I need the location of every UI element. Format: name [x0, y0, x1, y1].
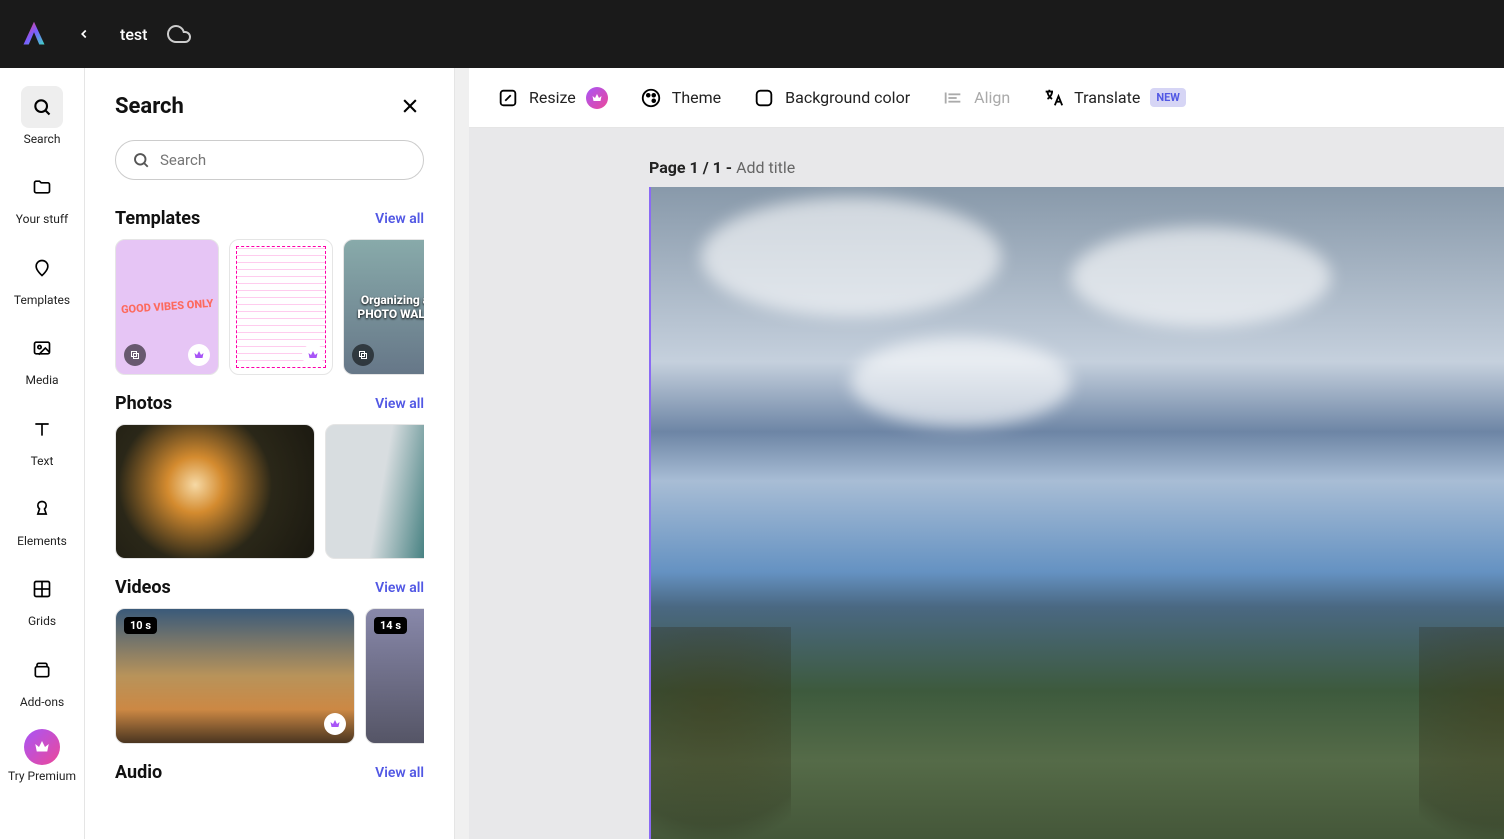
resize-button[interactable]: Resize [497, 87, 608, 109]
section-title: Videos [115, 577, 171, 598]
new-badge: NEW [1150, 88, 1186, 107]
rail-elements[interactable]: Elements [7, 480, 77, 556]
section-templates: Templates View all GOOD VIBES ONLY Organ… [85, 198, 454, 383]
canvas-wrap: Resize Theme Background color Align Tran… [469, 68, 1504, 839]
photo-thumb[interactable] [325, 424, 424, 559]
templates-icon [32, 258, 52, 278]
search-icon [132, 151, 150, 169]
rail-label: Media [25, 373, 58, 387]
tool-label: Background color [785, 88, 910, 107]
align-button[interactable]: Align [942, 87, 1010, 109]
cloud-sync-icon[interactable] [167, 22, 191, 46]
tool-label: Theme [672, 88, 721, 107]
template-text: PHOTO WALK [357, 307, 424, 321]
video-thumb[interactable]: 14 s [365, 608, 424, 744]
premium-badge [324, 713, 346, 735]
section-audio: Audio View all [85, 752, 454, 801]
rail-label: Your stuff [16, 212, 68, 226]
left-rail: Search Your stuff Templates Media Text E… [0, 68, 85, 839]
media-icon [32, 338, 52, 358]
video-thumb[interactable]: 10 s [115, 608, 355, 744]
tool-label: Translate [1074, 88, 1140, 107]
crown-icon [586, 87, 608, 109]
search-box[interactable] [115, 140, 424, 180]
grids-icon [32, 579, 52, 599]
view-all-photos[interactable]: View all [375, 396, 424, 412]
align-icon [942, 87, 964, 109]
photo-thumb[interactable] [115, 424, 315, 559]
rail-grids[interactable]: Grids [7, 560, 77, 636]
close-icon [400, 96, 420, 116]
section-title: Audio [115, 762, 162, 783]
rail-label: Elements [17, 534, 67, 548]
section-photos: Photos View all [85, 383, 454, 567]
document-title[interactable]: test [120, 25, 147, 44]
rail-label: Grids [28, 614, 56, 628]
rail-label: Templates [14, 293, 70, 307]
folder-icon [32, 177, 52, 197]
rail-media[interactable]: Media [7, 319, 77, 395]
section-videos: Videos View all 10 s 14 s [85, 567, 454, 752]
rail-text[interactable]: Text [7, 400, 77, 476]
duration-badge: 10 s [124, 617, 157, 634]
duration-badge: 14 s [374, 617, 407, 634]
panel-title: Search [115, 94, 184, 119]
canvas-page[interactable] [649, 187, 1504, 839]
rail-label: Add-ons [20, 695, 64, 709]
back-button[interactable] [68, 18, 100, 50]
template-thumb[interactable] [229, 239, 333, 375]
app-logo[interactable] [20, 20, 48, 48]
tool-label: Align [974, 88, 1010, 107]
translate-button[interactable]: Translate NEW [1042, 87, 1186, 109]
translate-icon [1042, 87, 1064, 109]
rail-try-premium[interactable]: Try Premium [7, 721, 77, 791]
premium-badge [188, 344, 210, 366]
rail-label: Try Premium [8, 769, 76, 783]
rail-addons[interactable]: Add-ons [7, 641, 77, 717]
bgcolor-button[interactable]: Background color [753, 87, 910, 109]
view-all-templates[interactable]: View all [375, 211, 424, 227]
rail-label: Search [24, 132, 61, 146]
template-text: GOOD VIBES ONLY [120, 298, 213, 317]
search-icon [32, 97, 52, 117]
section-title: Photos [115, 393, 172, 414]
layers-icon [352, 344, 374, 366]
layers-icon [124, 344, 146, 366]
text-icon [32, 419, 52, 439]
top-bar: test [0, 0, 1504, 68]
rail-search[interactable]: Search [7, 78, 77, 154]
page-label[interactable]: Page 1 / 1 - Add title [649, 158, 1504, 177]
page-number: Page 1 / 1 - [649, 158, 736, 177]
view-all-audio[interactable]: View all [375, 765, 424, 781]
canvas-toolbar: Resize Theme Background color Align Tran… [469, 68, 1504, 128]
search-input[interactable] [160, 151, 407, 169]
template-text: Organizing a [361, 293, 424, 307]
resize-icon [497, 87, 519, 109]
template-thumb[interactable]: Organizing aPHOTO WALK [343, 239, 424, 375]
theme-button[interactable]: Theme [640, 87, 721, 109]
tool-label: Resize [529, 88, 576, 107]
canvas-area: Page 1 / 1 - Add title [469, 128, 1504, 839]
bgcolor-icon [753, 87, 775, 109]
theme-icon [640, 87, 662, 109]
search-panel: Search Templates View all GOOD VIBES ONL… [85, 68, 455, 839]
rail-templates[interactable]: Templates [7, 239, 77, 315]
section-title: Templates [115, 208, 200, 229]
rail-label: Text [31, 454, 54, 468]
addons-icon [32, 660, 52, 680]
panel-scrollbar[interactable] [455, 68, 469, 839]
rail-your-stuff[interactable]: Your stuff [7, 158, 77, 234]
close-panel-button[interactable] [396, 92, 424, 120]
main-area: Search Your stuff Templates Media Text E… [0, 68, 1504, 839]
crown-icon [24, 729, 60, 765]
add-title-placeholder[interactable]: Add title [736, 158, 795, 177]
elements-icon [32, 499, 52, 519]
premium-badge [302, 344, 324, 366]
view-all-videos[interactable]: View all [375, 580, 424, 596]
template-thumb[interactable]: GOOD VIBES ONLY [115, 239, 219, 375]
